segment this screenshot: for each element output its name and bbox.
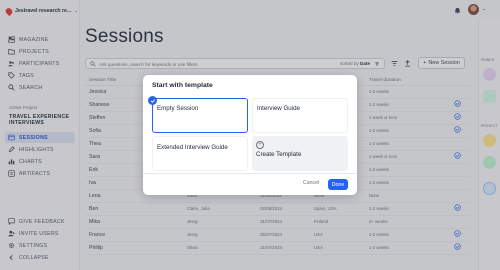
template-modal: Start with template Empty Session Interv… bbox=[143, 75, 357, 195]
template-label: Extended Interview Guide bbox=[157, 144, 228, 151]
template-extended-interview-guide[interactable]: Extended Interview Guide bbox=[152, 136, 248, 171]
create-template-button[interactable]: + Create Template bbox=[252, 136, 348, 171]
done-button[interactable]: Done bbox=[328, 179, 348, 190]
plus-circle-icon: + bbox=[256, 141, 264, 149]
template-interview-guide[interactable]: Interview Guide bbox=[252, 98, 348, 133]
template-label: Create Template bbox=[256, 151, 302, 158]
divider bbox=[143, 173, 357, 174]
template-label: Interview Guide bbox=[257, 105, 300, 112]
template-label: Empty Session bbox=[157, 105, 199, 112]
cancel-button[interactable]: Cancel bbox=[303, 180, 319, 186]
modal-title: Start with template bbox=[152, 82, 213, 89]
selected-check-icon bbox=[148, 96, 157, 105]
template-empty-session[interactable]: Empty Session bbox=[152, 98, 248, 133]
